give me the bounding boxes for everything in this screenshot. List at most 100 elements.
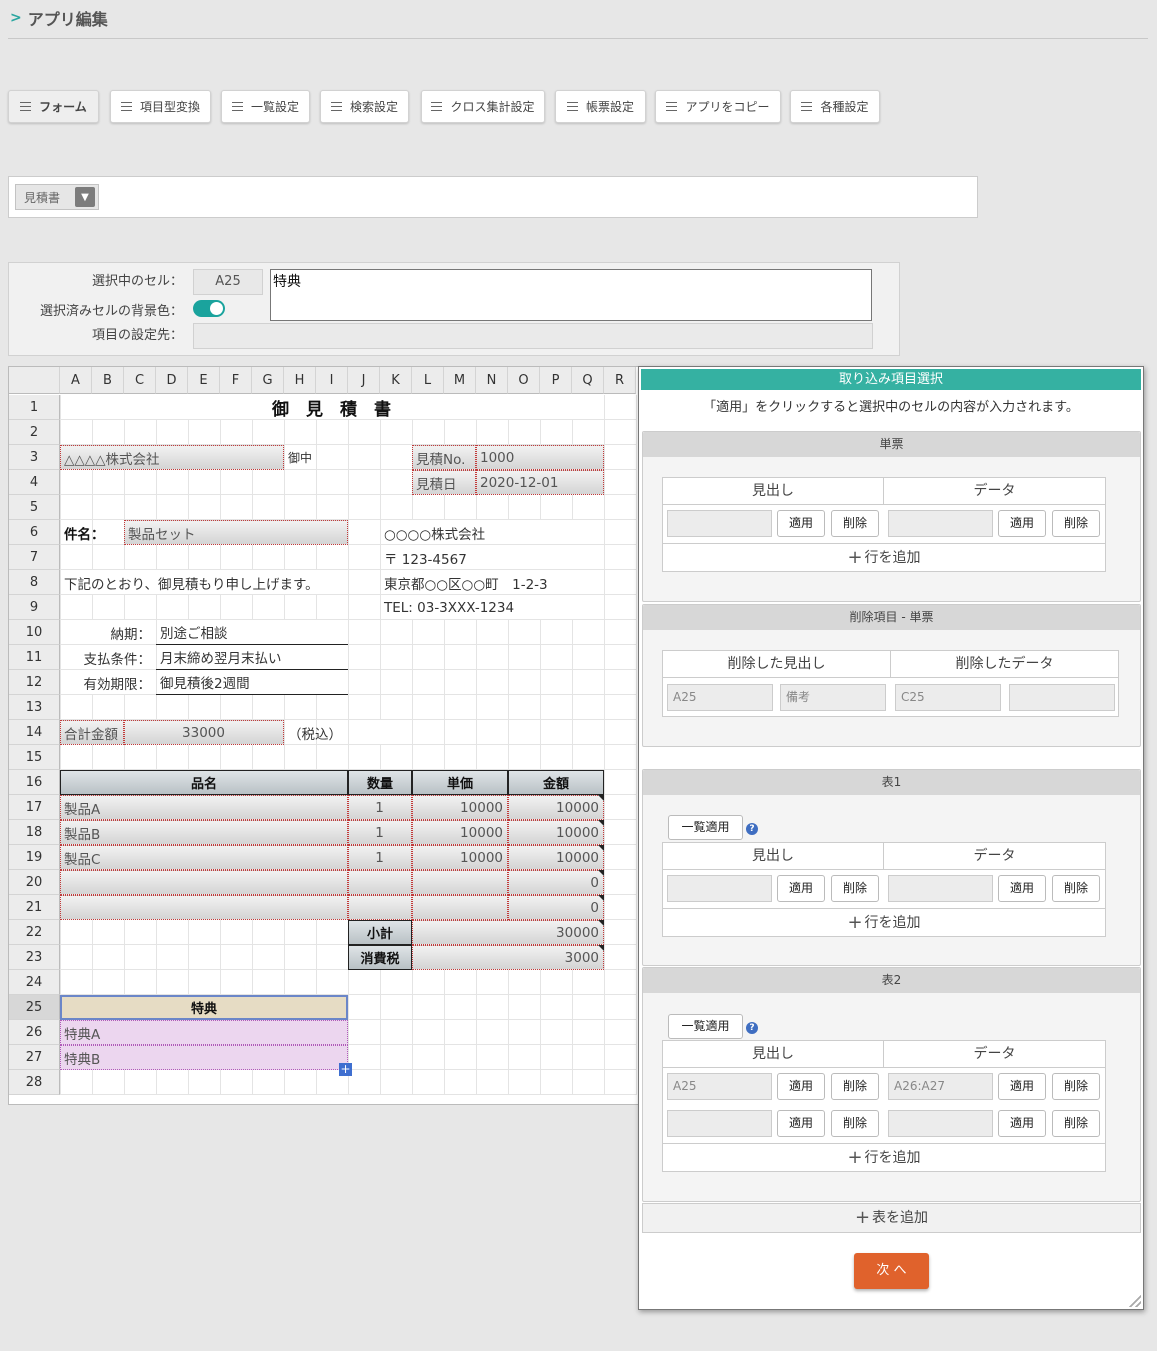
tab-label: 一覧設定: [250, 100, 299, 114]
valid: 御見積後2週間: [156, 670, 348, 695]
toggle-knob: [210, 302, 223, 315]
target-field[interactable]: [193, 323, 873, 349]
corner-header: [9, 367, 60, 394]
section-title: 表2: [643, 968, 1140, 993]
apply-button[interactable]: 適用: [777, 1110, 825, 1137]
tab-search-settings[interactable]: 検索設定: [320, 90, 409, 123]
list-apply-button[interactable]: 一覧適用: [668, 1014, 743, 1039]
delete-button[interactable]: 削除: [1052, 1110, 1100, 1137]
data-input[interactable]: A26:A27: [888, 1073, 993, 1100]
subtotal: 30000: [556, 924, 599, 941]
apply-button[interactable]: 適用: [777, 1073, 825, 1100]
apply-button[interactable]: 適用: [998, 1110, 1046, 1137]
add-row-button[interactable]: + 行を追加: [663, 543, 1105, 571]
data-column: データ: [884, 1041, 1105, 1068]
add-row-button[interactable]: + 行を追加: [663, 908, 1105, 936]
delete-button[interactable]: 削除: [831, 1110, 879, 1137]
tab-label: 各種設定: [820, 100, 869, 114]
column-header: G: [252, 367, 284, 394]
bonus-header: 特典: [60, 995, 348, 1020]
tab-report-settings[interactable]: 帳票設定: [555, 90, 646, 123]
grid-line: [124, 395, 125, 1095]
heading-input[interactable]: [667, 510, 772, 537]
grid-line: [476, 395, 477, 1095]
tab-field-type-convert[interactable]: 項目型変換: [110, 90, 211, 123]
item-name: 製品B: [64, 826, 101, 843]
apply-button[interactable]: 適用: [998, 510, 1046, 537]
grid-line: [284, 395, 285, 1095]
add-row-button[interactable]: + 行を追加: [663, 1143, 1105, 1171]
tax: 3000: [564, 949, 599, 966]
row-header: 22: [9, 920, 60, 945]
heading-input[interactable]: [667, 1110, 772, 1137]
data-input[interactable]: [888, 1110, 993, 1137]
row-header: 11: [9, 645, 60, 670]
data-input[interactable]: [888, 875, 993, 902]
apply-button[interactable]: 適用: [998, 875, 1046, 902]
item-qty: [348, 895, 412, 920]
section-title: 削除項目 - 単票: [643, 605, 1140, 630]
tab-various-settings[interactable]: 各種設定: [790, 90, 880, 123]
tab-copy-app[interactable]: アプリをコピー: [655, 90, 781, 123]
delete-button[interactable]: 削除: [1052, 875, 1100, 902]
delivery: 別途ご相談: [156, 620, 348, 645]
tab-label: 帳票設定: [585, 100, 634, 114]
row-header: 5: [9, 495, 60, 520]
resize-handle[interactable]: [1129, 1295, 1141, 1307]
add-table-button[interactable]: + 表を追加: [642, 1203, 1141, 1233]
delete-button[interactable]: 削除: [831, 875, 879, 902]
row-header: 19: [9, 845, 60, 870]
grid-line: [636, 395, 637, 1095]
heading-input[interactable]: A25: [667, 1073, 772, 1100]
help-icon[interactable]: ?: [746, 1022, 758, 1034]
delete-button[interactable]: 削除: [1052, 510, 1100, 537]
section-title: 表1: [643, 770, 1140, 795]
column-header: N: [476, 367, 508, 394]
list-icon: [120, 102, 132, 111]
plus-icon: +: [847, 547, 863, 568]
tab-cross-tab-settings[interactable]: クロス集計設定: [421, 90, 545, 123]
list-apply-button[interactable]: 一覧適用: [668, 815, 743, 840]
delete-button[interactable]: 削除: [831, 510, 879, 537]
quote-date-label: 見積日: [416, 476, 457, 493]
help-icon[interactable]: ?: [746, 823, 758, 835]
table2-table: 見出し データ A25 適用 削除 A26:A27 適用 削除 適用 削除 適用…: [662, 1040, 1106, 1172]
row-header: 27: [9, 1045, 60, 1070]
row-header: 12: [9, 670, 60, 695]
grid-line: [92, 395, 93, 1095]
data-input[interactable]: [888, 510, 993, 537]
heading-column: 見出し: [663, 843, 884, 870]
subject-label: 件名：: [64, 526, 105, 543]
cell-value-field[interactable]: 特典: [270, 269, 872, 321]
column-header: A: [60, 367, 92, 394]
data-column: データ: [884, 843, 1105, 870]
tab-label: 検索設定: [349, 100, 398, 114]
next-button[interactable]: 次 へ: [854, 1253, 929, 1289]
apply-button[interactable]: 適用: [777, 875, 825, 902]
bg-color-toggle[interactable]: [193, 300, 225, 317]
subject: 製品セット: [128, 526, 196, 543]
bg-color-label: 選択済みセルの背景色：: [39, 304, 183, 319]
list-icon: [330, 102, 342, 111]
total-label: 合計金額: [64, 726, 118, 743]
column-header: K: [380, 367, 412, 394]
column-header: H: [284, 367, 316, 394]
item-name: [60, 895, 348, 920]
tab-label: 項目型変換: [139, 100, 200, 114]
formula-marker: [598, 820, 604, 826]
deleted-heading-value: 備考: [780, 684, 886, 711]
document-title: 御 見 積 書: [272, 400, 391, 420]
item-amount: 0: [590, 874, 599, 891]
customer-name: △△△△株式会社: [64, 451, 160, 468]
tab-form[interactable]: フォーム: [8, 90, 99, 123]
delete-button[interactable]: 削除: [1052, 1073, 1100, 1100]
sheet-select[interactable]: 見積書 ▼: [15, 184, 99, 210]
column-header: E: [188, 367, 220, 394]
tab-list-settings[interactable]: 一覧設定: [221, 90, 310, 123]
apply-button[interactable]: 適用: [777, 510, 825, 537]
apply-button[interactable]: 適用: [998, 1073, 1046, 1100]
cell-panel: 選択中のセル： A25 特典 選択済みセルの背景色： 項目の設定先：: [8, 262, 900, 356]
row-header: 18: [9, 820, 60, 845]
heading-input[interactable]: [667, 875, 772, 902]
delete-button[interactable]: 削除: [831, 1073, 879, 1100]
